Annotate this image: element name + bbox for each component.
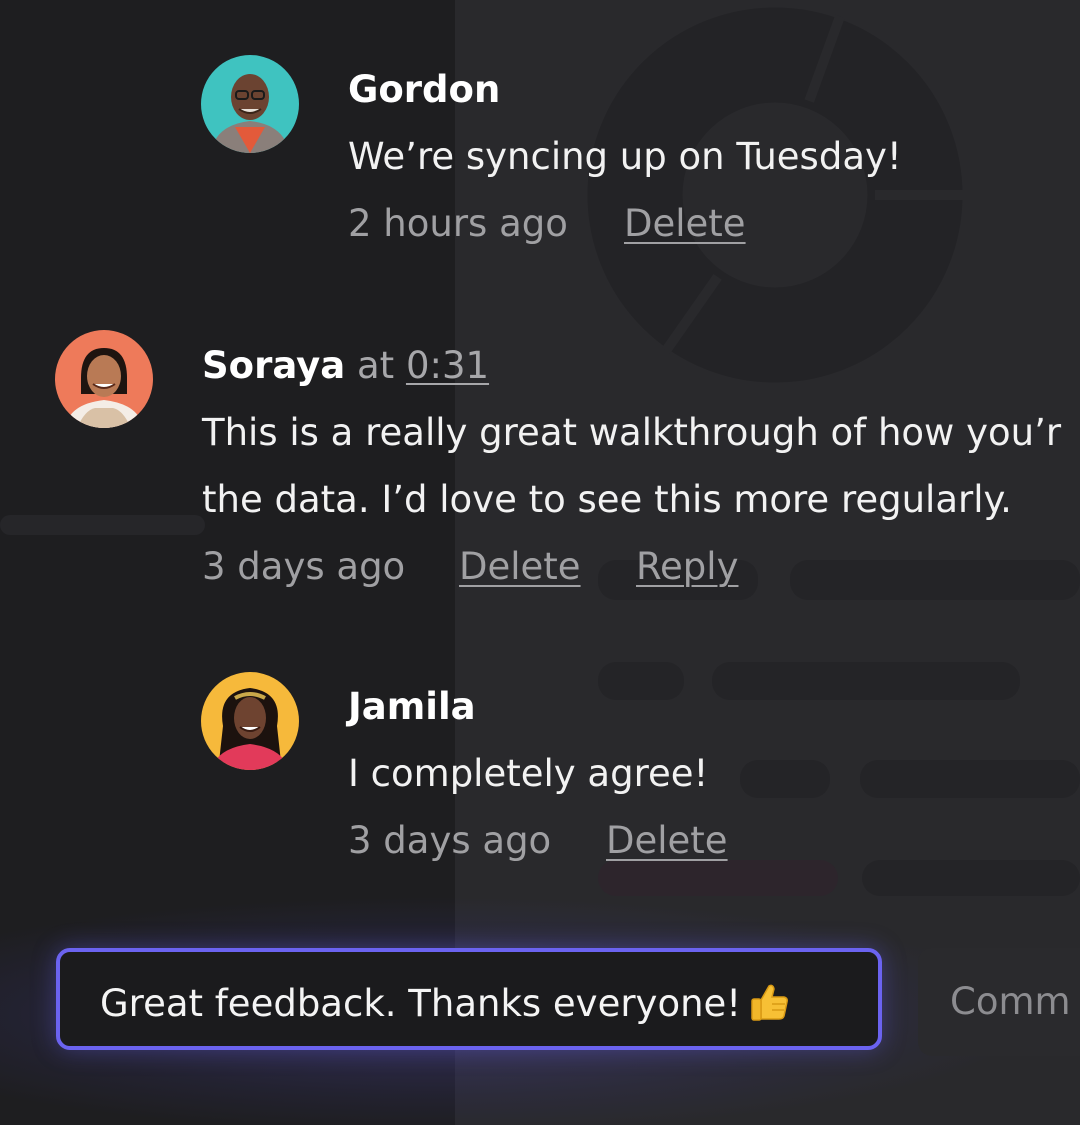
comments-panel: Gordon We’re syncing up on Tuesday! 2 ho…	[0, 0, 1080, 1125]
background-bar	[598, 662, 684, 700]
delete-button[interactable]: Delete	[459, 545, 581, 589]
avatar-jamila	[201, 672, 299, 770]
comment-author: Soraya	[202, 344, 346, 387]
comment-input-value: Great feedback. Thanks everyone!	[100, 982, 742, 1025]
comment-author: Gordon	[348, 68, 501, 111]
avatar-gordon	[201, 55, 299, 153]
background-bar	[712, 662, 1020, 700]
comment-time: 3 days ago	[202, 545, 406, 588]
comment-submit-label: Comm	[950, 980, 1071, 1023]
background-line	[0, 515, 205, 535]
background-bar	[740, 760, 830, 798]
background-donut-chart	[587, 7, 965, 383]
thumbs-up-icon	[751, 984, 789, 1021]
comment-text: the data. I’d love to see this more regu…	[202, 478, 1012, 521]
background-bar	[860, 760, 1080, 798]
background-bar	[790, 560, 1080, 600]
comment-time: 3 days ago	[348, 819, 552, 862]
comment-author: Jamila	[348, 685, 476, 728]
video-timestamp-link[interactable]: 0:31	[406, 344, 489, 387]
comment-text: We’re syncing up on Tuesday!	[348, 135, 902, 178]
comment-submit-button[interactable]: Comm	[918, 948, 1080, 1056]
avatar-soraya	[55, 330, 153, 428]
delete-button[interactable]: Delete	[606, 819, 728, 863]
reply-button[interactable]: Reply	[636, 545, 738, 589]
comment-text: I completely agree!	[348, 752, 709, 795]
at-label: at	[357, 344, 395, 387]
comment-input[interactable]: Great feedback. Thanks everyone!	[56, 948, 882, 1050]
comment-time: 2 hours ago	[348, 202, 568, 245]
comment-text: This is a really great walkthrough of ho…	[202, 411, 1062, 454]
delete-button[interactable]: Delete	[624, 202, 746, 246]
